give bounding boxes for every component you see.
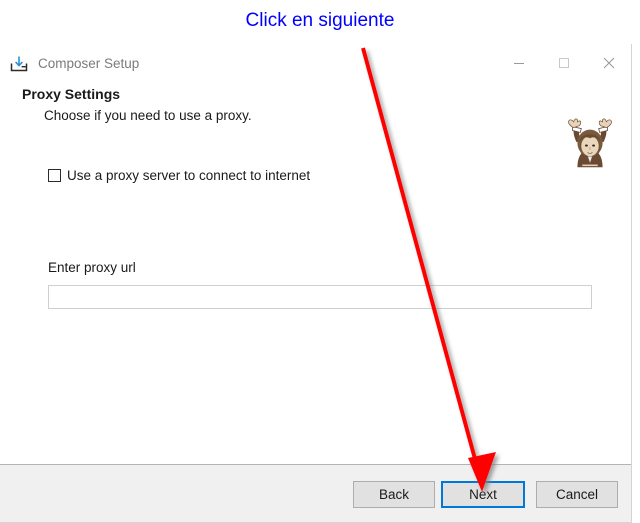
maximize-button[interactable] <box>541 44 586 82</box>
use-proxy-checkbox[interactable] <box>48 169 61 182</box>
use-proxy-checkbox-label: Use a proxy server to connect to interne… <box>67 168 311 183</box>
proxy-url-input[interactable] <box>48 285 592 309</box>
wizard-footer: Back Next Cancel <box>0 464 631 522</box>
minimize-button[interactable] <box>496 44 541 82</box>
window-title-bar: Composer Setup <box>0 44 631 82</box>
next-button[interactable]: Next <box>441 481 525 508</box>
back-button[interactable]: Back <box>353 481 435 508</box>
maximize-icon <box>558 58 569 68</box>
cancel-button[interactable]: Cancel <box>536 481 618 508</box>
page-header: Proxy Settings Choose if you need to use… <box>0 82 631 175</box>
close-icon <box>603 57 614 69</box>
installer-download-icon <box>10 56 28 72</box>
page-subtitle: Choose if you need to use a proxy. <box>44 108 252 123</box>
composer-conductor-logo <box>561 117 619 175</box>
composer-setup-window: Composer Setup Proxy Settings Choose if … <box>0 44 632 523</box>
close-button[interactable] <box>586 44 631 82</box>
annotation-caption: Click en siguiente <box>245 10 395 31</box>
proxy-checkbox-row[interactable]: Use a proxy server to connect to interne… <box>48 168 310 183</box>
page-title: Proxy Settings <box>22 86 121 102</box>
window-controls <box>496 44 631 82</box>
minimize-icon <box>513 63 524 64</box>
window-title-text: Composer Setup <box>38 55 140 71</box>
proxy-url-label: Enter proxy url <box>48 260 136 275</box>
